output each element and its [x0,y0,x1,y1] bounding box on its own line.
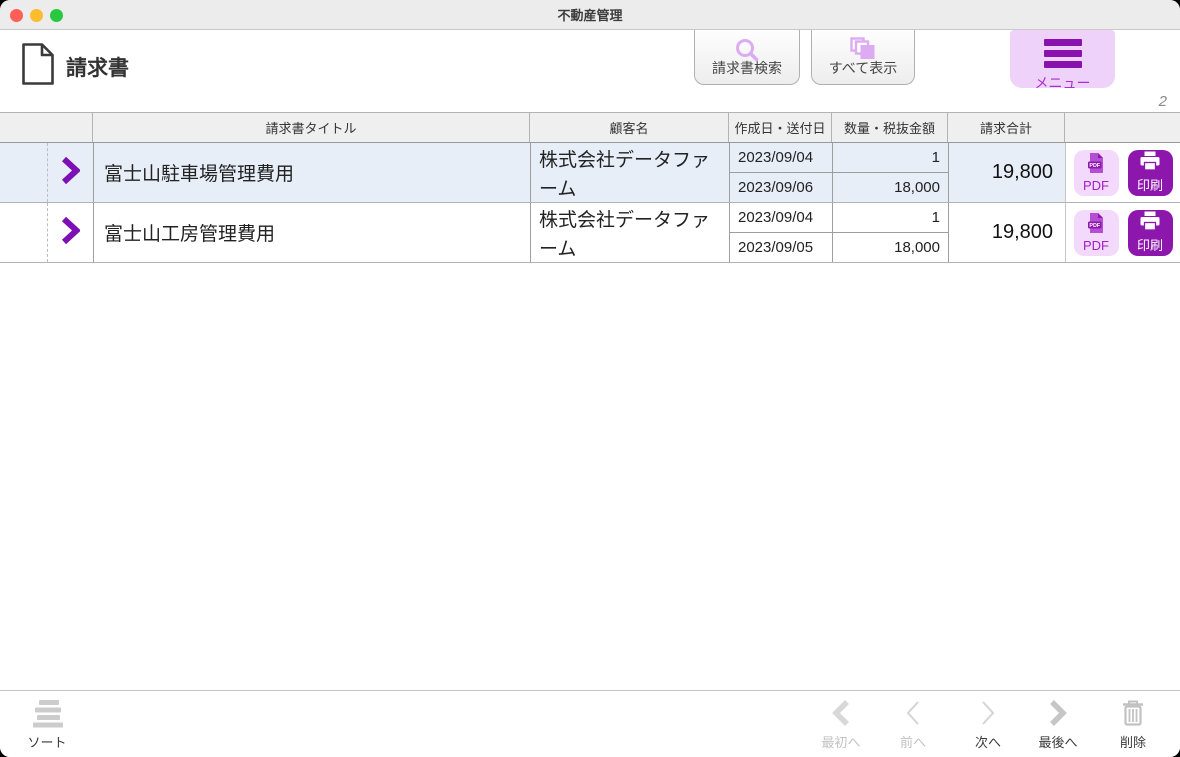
pdf-file-icon: PDF [1086,152,1106,177]
column-header-qty-amount: 数量・税抜金額 [832,113,948,142]
search-invoices-button[interactable]: 請求書検索 [694,30,800,85]
column-header-customer: 顧客名 [530,113,729,142]
hamburger-icon [1043,39,1082,68]
show-all-button[interactable]: すべて表示 [811,30,915,85]
window-controls [0,0,63,30]
chevron-first-icon [830,697,852,729]
record-count: 2 [1158,93,1167,110]
sort-label: ソート [27,735,67,750]
sort-icon [29,697,65,729]
menu-button[interactable]: メニュー [1010,30,1115,91]
page-title: 請求書 [66,56,129,80]
pdf-button-label: PDF [1083,178,1109,193]
print-button-label: 印刷 [1136,238,1163,253]
invoice-list: 富士山駐車場管理費用 株式会社データファーム 2023/09/04 2023/0… [0,143,1180,263]
chevron-last-icon [1047,697,1069,729]
created-date[interactable]: 2023/09/04 [730,143,832,173]
previous-record-button[interactable]: 前へ [873,697,953,751]
sent-date[interactable]: 2023/09/06 [730,173,832,202]
dates-cell: 2023/09/04 2023/09/06 [729,143,832,202]
chevron-right-icon [61,156,81,189]
titlebar: 不動産管理 [0,0,1180,30]
last-record-button[interactable]: 最後へ [1018,697,1098,751]
pdf-button[interactable]: PDF PDF [1073,149,1119,196]
first-record-button[interactable]: 最初へ [801,697,881,751]
go-to-record-button[interactable] [48,203,93,262]
page-header: 請求書 請求書検索 すべて表示 メニュー 2 [0,30,1180,112]
dates-cell: 2023/09/04 2023/09/05 [729,203,832,262]
printer-icon [1139,211,1161,234]
print-button-label: 印刷 [1136,178,1163,193]
pdf-file-icon: PDF [1086,212,1106,237]
invoice-title-cell[interactable]: 富士山駐車場管理費用 [93,143,530,202]
go-to-record-button[interactable] [48,143,93,202]
print-button[interactable]: 印刷 [1127,209,1173,256]
search-icon [734,37,760,66]
empty-body-area [0,263,1180,690]
svg-text:PDF: PDF [1089,163,1100,169]
row-actions: PDF PDF 印刷 [1065,203,1180,262]
quantity[interactable]: 1 [833,143,948,173]
column-header-total: 請求合計 [948,113,1065,142]
next-record-label: 次へ [974,735,1001,750]
column-header-controls [0,113,93,142]
customer-name-cell[interactable]: 株式会社データファーム [530,203,729,262]
qty-amount-cell: 1 18,000 [832,143,948,202]
chevron-prev-icon [902,697,924,729]
close-window-button[interactable] [10,8,23,22]
footer-toolbar: ソート 最初へ 前へ 次へ 最後へ 削除 [0,690,1180,757]
document-icon [20,42,56,91]
pdf-button-label: PDF [1083,238,1109,253]
invoice-title-cell[interactable]: 富士山工房管理費用 [93,203,530,262]
app-window: 不動産管理 請求書 請求書検索 すべて表示 メニュー 2 請求書タイトル 顧客名… [0,0,1180,757]
table-header-row: 請求書タイトル 顧客名 作成日・送付日 数量・税抜金額 請求合計 [0,112,1180,143]
column-header-invoice-title: 請求書タイトル [93,113,530,142]
svg-text:PDF: PDF [1089,223,1100,229]
trash-icon [1120,697,1146,729]
layers-icon [849,37,877,65]
delete-record-label: 削除 [1119,735,1146,750]
chevron-right-icon [61,216,81,249]
amount-ex-tax[interactable]: 18,000 [833,233,948,262]
row-margin [0,143,48,202]
invoice-total[interactable]: 19,800 [948,203,1065,262]
sent-date[interactable]: 2023/09/05 [730,233,832,262]
window-title: 不動産管理 [557,8,623,23]
customer-name-cell[interactable]: 株式会社データファーム [530,143,729,202]
created-date[interactable]: 2023/09/04 [730,203,832,233]
chevron-next-icon [977,697,999,729]
row-margin [0,203,48,262]
sort-button[interactable]: ソート [7,697,87,751]
row-actions: PDF PDF 印刷 [1065,143,1180,202]
previous-record-label: 前へ [899,735,926,750]
table-row[interactable]: 富士山工房管理費用 株式会社データファーム 2023/09/04 2023/09… [0,203,1180,263]
invoice-total[interactable]: 19,800 [948,143,1065,202]
next-record-button[interactable]: 次へ [948,697,1028,751]
column-header-actions [1065,113,1180,142]
printer-icon [1139,151,1161,174]
qty-amount-cell: 1 18,000 [832,203,948,262]
zoom-window-button[interactable] [50,8,63,22]
amount-ex-tax[interactable]: 18,000 [833,173,948,202]
menu-button-label: メニュー [1034,75,1091,91]
pdf-button[interactable]: PDF PDF [1073,209,1119,256]
quantity[interactable]: 1 [833,203,948,233]
last-record-label: 最後へ [1038,735,1078,750]
first-record-label: 最初へ [821,735,861,750]
table-row[interactable]: 富士山駐車場管理費用 株式会社データファーム 2023/09/04 2023/0… [0,143,1180,203]
column-header-dates: 作成日・送付日 [729,113,832,142]
minimize-window-button[interactable] [30,8,43,22]
print-button[interactable]: 印刷 [1127,149,1173,196]
delete-record-button[interactable]: 削除 [1093,697,1173,751]
